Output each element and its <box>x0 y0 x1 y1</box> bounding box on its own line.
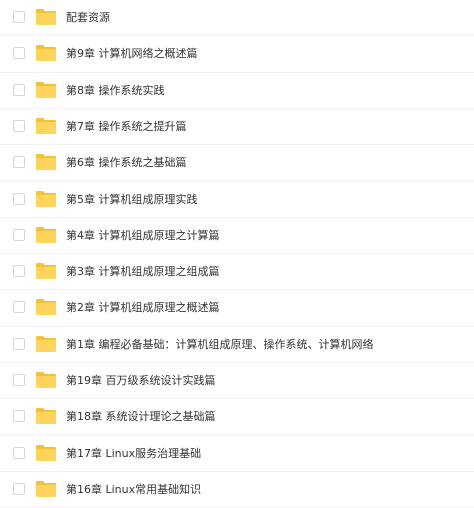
list-item[interactable]: 第19章 百万级系统设计实践篇 <box>0 363 474 400</box>
select-checkbox[interactable] <box>13 410 25 423</box>
list-item[interactable]: 第1章 编程必备基础：计算机组成原理、操作系统、计算机网络 <box>0 327 474 363</box>
list-item[interactable]: 第2章 计算机组成原理之概述篇 <box>0 290 474 327</box>
select-checkbox[interactable] <box>13 374 25 386</box>
list-item[interactable]: 第17章 Linux服务治理基础 <box>0 436 474 472</box>
folder-icon <box>35 407 57 425</box>
folder-name[interactable]: 第17章 Linux服务治理基础 <box>66 436 201 471</box>
select-checkbox[interactable] <box>13 156 25 169</box>
list-item[interactable]: 第5章 计算机组成原理实践 <box>0 182 474 218</box>
folder-name[interactable]: 第8章 操作系统实践 <box>66 73 165 108</box>
list-item[interactable]: 第4章 计算机组成原理之计算篇 <box>0 218 474 255</box>
folder-icon <box>35 153 57 171</box>
folder-name[interactable]: 第19章 百万级系统设计实践篇 <box>66 363 216 398</box>
folder-name[interactable]: 第2章 计算机组成原理之概述篇 <box>66 290 220 325</box>
folder-icon <box>35 117 57 135</box>
folder-icon <box>35 226 57 244</box>
folder-icon <box>35 262 57 280</box>
list-item[interactable]: 第9章 计算机网络之概述篇 <box>0 36 474 73</box>
select-checkbox[interactable] <box>13 228 25 241</box>
select-checkbox[interactable] <box>13 192 25 205</box>
folder-icon <box>35 81 57 99</box>
folder-name[interactable]: 第7章 操作系统之提升篇 <box>66 109 187 144</box>
folder-name[interactable]: 第4章 计算机组成原理之计算篇 <box>66 218 220 253</box>
folder-icon <box>35 335 57 353</box>
folder-name[interactable]: 第5章 计算机组成原理实践 <box>66 182 198 217</box>
folder-icon <box>35 8 57 26</box>
list-item[interactable]: 第3章 计算机组成原理之组成篇 <box>0 254 474 291</box>
folder-icon <box>35 44 57 62</box>
select-checkbox[interactable] <box>13 482 25 495</box>
folder-name[interactable]: 第1章 编程必备基础：计算机组成原理、操作系统、计算机网络 <box>66 327 374 362</box>
folder-icon <box>35 480 57 498</box>
folder-name[interactable]: 第9章 计算机网络之概述篇 <box>66 36 198 71</box>
folder-icon <box>35 444 57 462</box>
folder-name[interactable]: 第6章 操作系统之基础篇 <box>66 145 187 180</box>
folder-icon <box>35 371 57 389</box>
list-item[interactable]: 第7章 操作系统之提升篇 <box>0 109 474 146</box>
folder-icon <box>35 190 57 208</box>
folder-name[interactable]: 第3章 计算机组成原理之组成篇 <box>66 254 220 289</box>
folder-name[interactable]: 配套资源 <box>66 0 110 35</box>
select-checkbox[interactable] <box>13 337 25 350</box>
select-checkbox[interactable] <box>13 446 25 459</box>
folder-icon <box>35 298 57 316</box>
folder-name[interactable]: 第16章 Linux常用基础知识 <box>66 472 201 507</box>
file-list: 配套资源 第9章 计算机网络之概述篇 第8章 操作系统实践 第7章 操作系统之提升篇第… <box>0 0 474 508</box>
select-checkbox[interactable] <box>13 11 25 23</box>
list-item[interactable]: 第16章 Linux常用基础知识 <box>0 472 474 508</box>
select-checkbox[interactable] <box>13 301 25 314</box>
select-checkbox[interactable] <box>13 47 25 60</box>
list-item[interactable]: 第6章 操作系统之基础篇 <box>0 145 474 182</box>
select-checkbox[interactable] <box>13 83 25 96</box>
list-item[interactable]: 第18章 系统设计理论之基础篇 <box>0 399 474 436</box>
list-item[interactable]: 第8章 操作系统实践 <box>0 73 474 109</box>
select-checkbox[interactable] <box>13 265 25 278</box>
select-checkbox[interactable] <box>13 119 25 132</box>
list-item[interactable]: 配套资源 <box>0 0 474 37</box>
folder-name[interactable]: 第18章 系统设计理论之基础篇 <box>66 399 216 434</box>
